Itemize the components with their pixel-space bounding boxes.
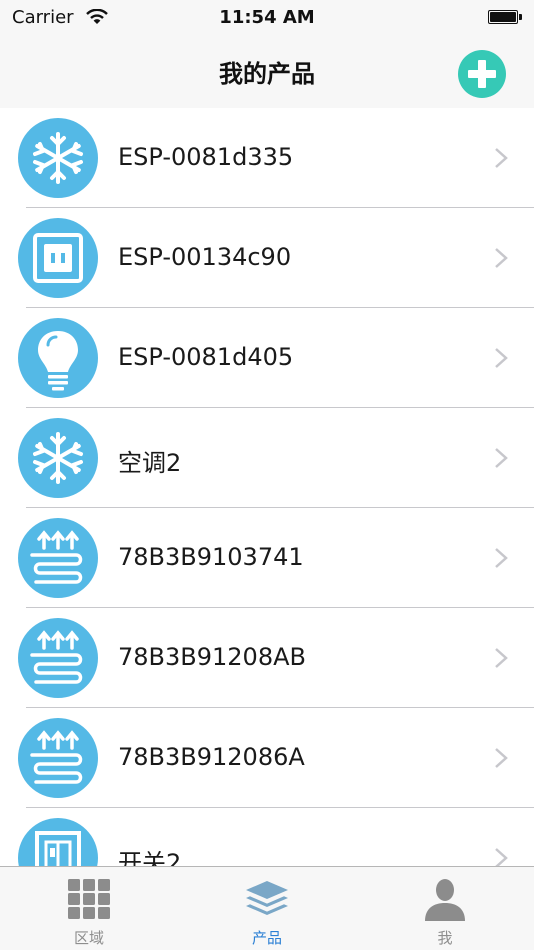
navigation-bar: 我的产品	[0, 36, 534, 108]
person-icon	[425, 879, 465, 921]
product-name: 开关2	[118, 849, 182, 866]
chevron-right-icon	[495, 348, 508, 368]
product-row[interactable]: 空调2	[0, 408, 534, 508]
light-bulb-icon	[18, 318, 98, 398]
product-name: 78B3B912086A	[118, 743, 305, 771]
product-row[interactable]: 78B3B9103741	[0, 508, 534, 608]
page-title: 我的产品	[219, 60, 315, 88]
product-name: ESP-0081d335	[118, 143, 294, 171]
product-list[interactable]: ESP-0081d335 ESP-00134c90 ESP-0081d405 空…	[0, 108, 534, 866]
product-row[interactable]: 78B3B91208AB	[0, 608, 534, 708]
product-name: ESP-0081d405	[118, 343, 294, 371]
chevron-right-icon	[495, 748, 508, 768]
status-bar: Carrier 11:54 AM	[0, 0, 534, 36]
add-product-button[interactable]	[458, 50, 506, 98]
status-time: 11:54 AM	[219, 7, 315, 28]
product-name: 78B3B91208AB	[118, 643, 306, 671]
product-row[interactable]: 开关2	[0, 808, 534, 866]
battery-icon	[488, 10, 522, 24]
layers-icon	[246, 881, 288, 915]
tab-label: 我	[437, 929, 453, 947]
tab-me[interactable]: 我	[356, 867, 534, 951]
floor-heating-icon	[18, 618, 98, 698]
chevron-right-icon	[495, 248, 508, 268]
product-row[interactable]: 78B3B912086A	[0, 708, 534, 808]
product-name: ESP-00134c90	[118, 243, 292, 271]
snowflake-icon	[18, 118, 98, 198]
chevron-right-icon	[495, 648, 508, 668]
chevron-right-icon	[495, 448, 508, 468]
product-name: 78B3B9103741	[118, 543, 304, 571]
tab-area[interactable]: 区域	[0, 867, 178, 951]
snowflake-icon	[18, 418, 98, 498]
product-row[interactable]: ESP-0081d335	[0, 108, 534, 208]
tab-label: 区域	[73, 929, 104, 947]
product-row[interactable]: ESP-00134c90	[0, 208, 534, 308]
floor-heating-icon	[18, 518, 98, 598]
grid-icon	[68, 879, 110, 919]
product-name: 空调2	[118, 449, 182, 477]
tab-bar: 区域 产品 我	[0, 866, 534, 950]
chevron-right-icon	[495, 848, 508, 866]
product-row[interactable]: ESP-0081d405	[0, 308, 534, 408]
chevron-right-icon	[495, 548, 508, 568]
wall-switch-icon	[18, 818, 98, 866]
tab-label: 产品	[251, 929, 282, 947]
power-socket-icon	[18, 218, 98, 298]
chevron-right-icon	[495, 148, 508, 168]
tab-products[interactable]: 产品	[178, 867, 356, 951]
floor-heating-icon	[18, 718, 98, 798]
